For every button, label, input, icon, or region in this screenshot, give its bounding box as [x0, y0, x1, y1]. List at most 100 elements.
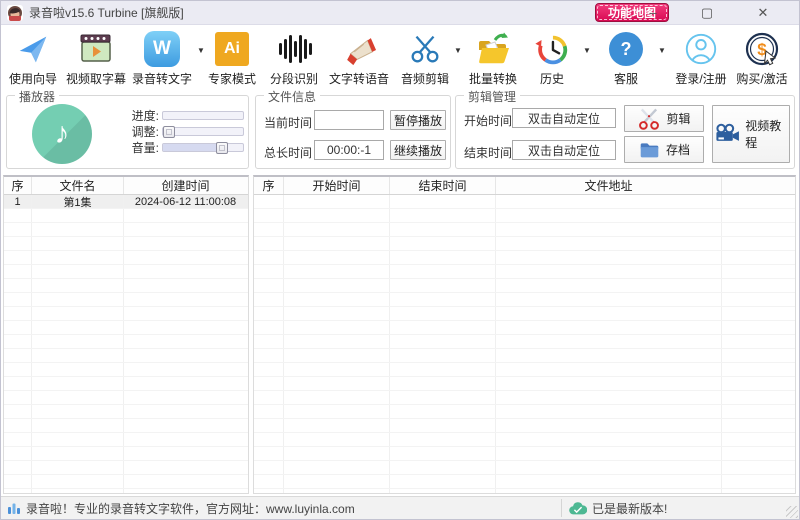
table-cell: [722, 461, 791, 474]
table-cell: [4, 223, 32, 236]
toolbar-item-text-to-speech[interactable]: 文字转语音: [325, 29, 393, 87]
empty-row: [4, 461, 248, 475]
file-table-row[interactable]: 1第1集2024-06-12 11:00:08: [4, 195, 248, 209]
empty-row: [4, 279, 248, 293]
table-cell: [496, 237, 722, 250]
close-button[interactable]: ✕: [746, 1, 780, 24]
maximize-button[interactable]: ▢: [690, 1, 724, 24]
table-cell: [390, 475, 496, 488]
toolbar-item-video-subtitle[interactable]: 视频取字幕: [62, 29, 130, 87]
table-cell: [124, 433, 247, 446]
continue-playback-button[interactable]: 继续播放: [390, 140, 446, 160]
table-cell: [284, 419, 390, 432]
toolbar-item-buy-activate[interactable]: $ 购买/激活: [730, 29, 794, 87]
toolbar-item-customer-service[interactable]: ? 客服: [594, 29, 658, 87]
empty-row: [4, 265, 248, 279]
toolbar-item-audio-clip[interactable]: 音频剪辑: [393, 29, 457, 87]
clip-button[interactable]: 剪辑: [624, 105, 704, 132]
table-cell: [254, 447, 284, 460]
video-tutorial-button[interactable]: 视频教程: [712, 105, 790, 163]
table-cell: 1: [4, 195, 32, 208]
empty-row: [254, 293, 795, 307]
table-cell: [32, 223, 124, 236]
empty-row: [254, 447, 795, 461]
end-time-input[interactable]: [512, 140, 616, 160]
empty-row: [254, 377, 795, 391]
user-outline-icon: [669, 29, 733, 69]
empty-row: [4, 419, 248, 433]
column-header: 文件名: [32, 177, 124, 194]
table-cell: [254, 377, 284, 390]
table-cell: [4, 293, 32, 306]
toolbar-item-audio-to-text[interactable]: W 录音转文字: [128, 29, 196, 87]
table-cell: [284, 377, 390, 390]
adjust-slider-handle[interactable]: [163, 126, 175, 138]
table-cell: [4, 447, 32, 460]
table-cell: [722, 377, 791, 390]
w-app-icon: W: [128, 29, 196, 69]
table-cell: [32, 307, 124, 320]
table-cell: [124, 489, 247, 494]
progress-slider[interactable]: [162, 111, 244, 120]
table-cell: [124, 237, 247, 250]
table-cell: [254, 209, 284, 222]
toolbar-item-history[interactable]: 历史: [520, 29, 584, 87]
table-cell: [124, 349, 247, 362]
toolbar-item-login-register[interactable]: 登录/注册: [669, 29, 733, 87]
window-title: 录音啦v15.6 Turbine [旗舰版]: [29, 4, 184, 21]
table-cell: [722, 279, 791, 292]
table-cell: [390, 293, 496, 306]
empty-row: [4, 489, 248, 494]
chevron-down-icon[interactable]: ▼: [583, 46, 591, 55]
minimize-button[interactable]: –: [636, 1, 670, 24]
table-cell: [124, 293, 247, 306]
file-info-panel-title: 文件信息: [264, 88, 320, 105]
table-cell: [4, 419, 32, 432]
table-cell: [390, 195, 496, 208]
toolbar-item-segment-recognition[interactable]: 分段识别: [262, 29, 326, 87]
empty-row: [254, 265, 795, 279]
total-time-label: 总长时间: [264, 144, 312, 161]
table-cell: [722, 223, 791, 236]
volume-slider-handle[interactable]: [216, 142, 228, 154]
archive-button[interactable]: 存档: [624, 136, 704, 163]
toolbar-item-batch-convert[interactable]: 批量转换: [461, 29, 525, 87]
empty-row: [254, 195, 795, 209]
table-cell: [390, 489, 496, 494]
current-time-input[interactable]: [314, 110, 384, 130]
player-panel: 播放器 ♪ 进度: 调整: 音量:: [6, 95, 249, 169]
resize-grip[interactable]: [786, 506, 798, 518]
toolbar: 使用向导 视频取字幕 W 录音转文字 ▼ Ai 专家模式 分段识别 文字转语音 …: [1, 26, 799, 92]
volume-slider[interactable]: [162, 143, 244, 152]
total-time-input[interactable]: [314, 140, 384, 160]
table-cell: [4, 265, 32, 278]
table-cell: [32, 251, 124, 264]
file-table-body: 1第1集2024-06-12 11:00:08: [4, 195, 248, 494]
chevron-down-icon[interactable]: ▼: [658, 46, 666, 55]
table-cell: [124, 405, 247, 418]
clip-manager-panel-title: 剪辑管理: [464, 88, 520, 105]
status-right: 已是最新版本!: [569, 497, 667, 519]
empty-row: [4, 405, 248, 419]
adjust-slider-row: 调整:: [115, 124, 244, 138]
toolbar-item-expert-mode[interactable]: Ai 专家模式: [200, 29, 264, 87]
table-cell: [124, 335, 247, 348]
clip-table-header: 序开始时间结束时间文件地址: [254, 177, 795, 195]
table-cell: [390, 223, 496, 236]
adjust-slider[interactable]: [162, 127, 244, 136]
start-time-input[interactable]: [512, 108, 616, 128]
status-bar: 录音啦！专业的录音转文字软件，官方网址：www.luyinla.com 已是最新…: [1, 496, 799, 519]
table-cell: [496, 363, 722, 376]
red-scissors-icon: [637, 107, 661, 131]
status-left: 录音啦！专业的录音转文字软件，官方网址：www.luyinla.com: [7, 497, 355, 519]
table-cell: [722, 349, 791, 362]
dollar-activate-icon: $: [730, 29, 794, 69]
empty-row: [254, 237, 795, 251]
table-cell: [284, 237, 390, 250]
column-header: 创建时间: [124, 177, 247, 194]
pause-playback-button[interactable]: 暂停播放: [390, 110, 446, 130]
table-cell: [496, 405, 722, 418]
toolbar-item-wizard[interactable]: 使用向导: [1, 29, 65, 87]
table-cell: [32, 237, 124, 250]
table-cell: [124, 307, 247, 320]
